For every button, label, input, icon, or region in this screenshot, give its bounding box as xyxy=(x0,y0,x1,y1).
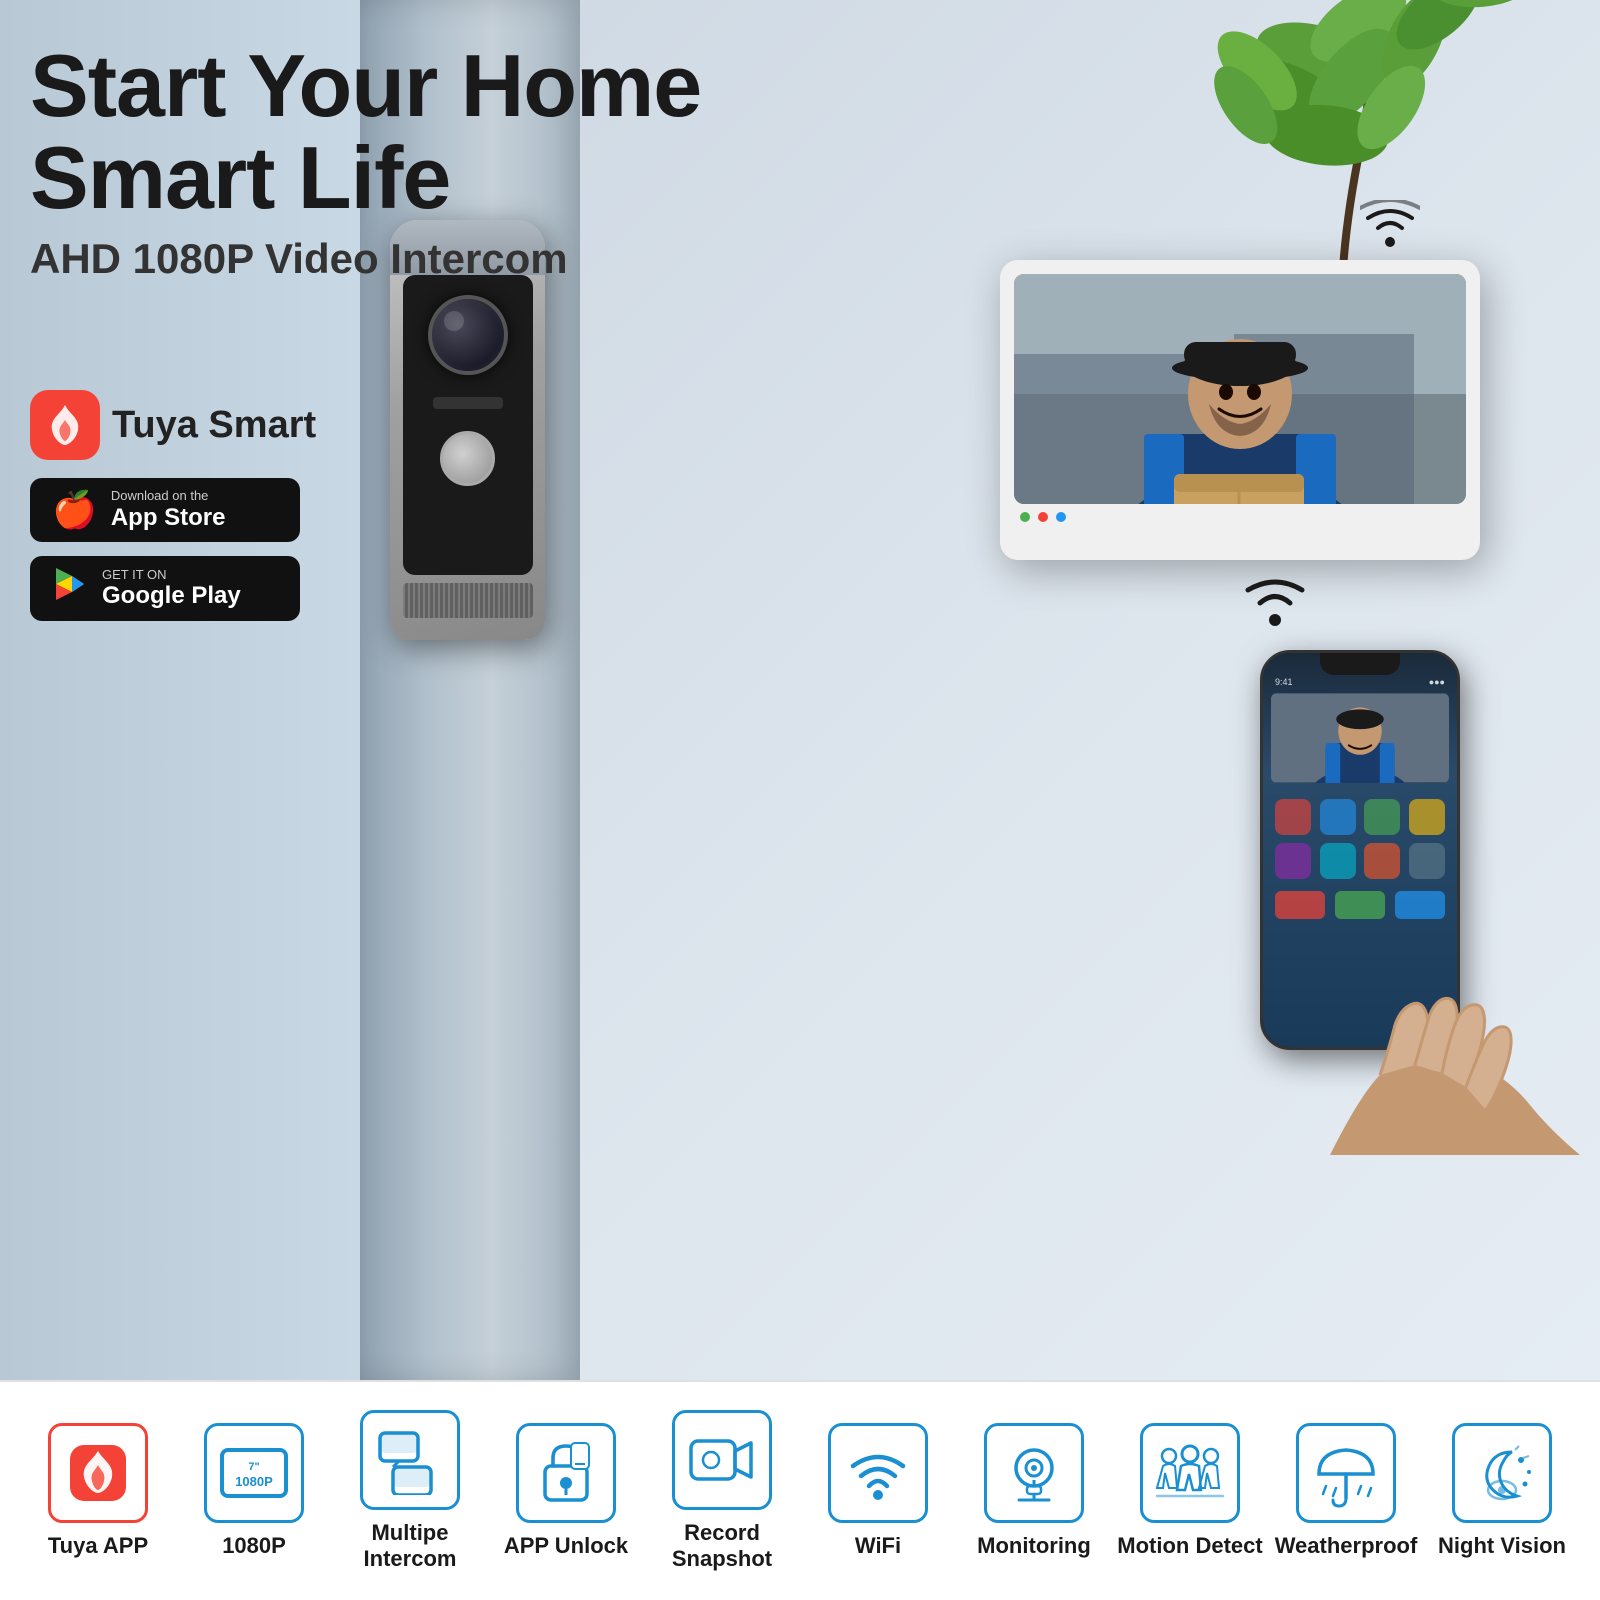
feature-monitoring: Monitoring xyxy=(956,1423,1112,1559)
night-vision-icon-box xyxy=(1452,1423,1552,1523)
phone-app-grid xyxy=(1263,791,1457,887)
wifi-icon-monitor xyxy=(1360,200,1420,262)
phone-unlock-btn xyxy=(1335,891,1385,919)
feature-intercom: MultipeIntercom xyxy=(332,1410,488,1573)
tuya-app-icon-box xyxy=(48,1423,148,1523)
camera-lens xyxy=(428,295,508,375)
google-play-text: GET IT ON Google Play xyxy=(102,567,241,611)
night-vision-label: Night Vision xyxy=(1438,1533,1566,1559)
feature-record-snapshot: RecordSnapshot xyxy=(644,1410,800,1573)
resolution-label: 1080P xyxy=(222,1533,286,1559)
doorbell-device xyxy=(390,220,560,660)
smartphone: 9:41●●● xyxy=(1240,630,1520,1130)
record-snapshot-label: RecordSnapshot xyxy=(672,1520,772,1573)
intercom-icon-box xyxy=(360,1410,460,1510)
phone-cam-btn xyxy=(1395,891,1445,919)
app-store-text: Download on the App Store xyxy=(111,488,226,532)
doorbell-ring-button[interactable] xyxy=(440,431,495,486)
apple-icon: 🍎 xyxy=(52,489,97,531)
tuya-icon xyxy=(30,390,100,460)
phone-app-2 xyxy=(1320,799,1356,835)
hero-subtitle: AHD 1080P Video Intercom xyxy=(30,235,701,283)
phone-app-6 xyxy=(1320,843,1356,879)
google-play-badge[interactable]: GET IT ON Google Play xyxy=(30,556,300,621)
monitor-body xyxy=(1000,260,1480,560)
resolution-icon-box: 7" 1080P xyxy=(204,1423,304,1523)
phone-app-4 xyxy=(1409,799,1445,835)
tuya-app-label: Tuya APP xyxy=(48,1533,148,1559)
tuya-name: Tuya Smart xyxy=(112,404,316,447)
indicator-blue xyxy=(1056,512,1066,522)
phone-app-1 xyxy=(1275,799,1311,835)
feature-night-vision: Night Vision xyxy=(1424,1423,1580,1559)
monitor-screen xyxy=(1014,274,1466,504)
doorbell-speaker xyxy=(403,583,533,618)
phone-call-btn xyxy=(1275,891,1325,919)
features-bar: Tuya APP 7" 1080P 1080P MultipeIntercom xyxy=(0,1380,1600,1600)
wifi-signal-icon xyxy=(1240,570,1310,633)
main-background: Start Your Home Smart Life AHD 1080P Vid… xyxy=(0,0,1600,1380)
wifi-icon-box xyxy=(828,1423,928,1523)
phone-notch xyxy=(1320,653,1400,675)
motion-detect-icon-box xyxy=(1140,1423,1240,1523)
doorbell-buttons xyxy=(433,397,503,409)
monitoring-icon-box xyxy=(984,1423,1084,1523)
indicator-red xyxy=(1038,512,1048,522)
app-unlock-label: APP Unlock xyxy=(504,1533,628,1559)
tuya-section: Tuya Smart 🍎 Download on the App Store xyxy=(30,390,316,635)
doorbell-body xyxy=(390,220,545,640)
record-snapshot-icon-box xyxy=(672,1410,772,1510)
hand-holding-phone xyxy=(1280,955,1580,1160)
svg-text:1080P: 1080P xyxy=(235,1474,273,1489)
tuya-logo: Tuya Smart xyxy=(30,390,316,460)
wifi-label: WiFi xyxy=(855,1533,901,1559)
app-unlock-icon-box xyxy=(516,1423,616,1523)
phone-app-8 xyxy=(1409,843,1445,879)
feature-resolution: 7" 1080P 1080P xyxy=(176,1423,332,1559)
feature-app-unlock: APP Unlock xyxy=(488,1423,644,1559)
phone-app-7 xyxy=(1364,843,1400,879)
weatherproof-label: Weatherproof xyxy=(1275,1533,1418,1559)
intercom-label: MultipeIntercom xyxy=(364,1520,457,1573)
weatherproof-icon-box xyxy=(1296,1423,1396,1523)
feature-motion-detect: Motion Detect xyxy=(1112,1423,1268,1559)
phone-app-5 xyxy=(1275,843,1311,879)
svg-text:7": 7" xyxy=(248,1461,259,1473)
indicator-green xyxy=(1020,512,1030,522)
feature-tuya-app: Tuya APP xyxy=(20,1423,176,1559)
motion-detect-label: Motion Detect xyxy=(1117,1533,1262,1559)
feature-weatherproof: Weatherproof xyxy=(1268,1423,1424,1559)
feature-wifi: WiFi xyxy=(800,1423,956,1559)
monitoring-label: Monitoring xyxy=(977,1533,1091,1559)
doorbell-panel xyxy=(403,275,533,575)
google-icon xyxy=(52,566,88,611)
monitor-indicators xyxy=(1014,512,1466,522)
hero-title: Start Your Home Smart Life xyxy=(30,40,701,225)
hero-text-block: Start Your Home Smart Life AHD 1080P Vid… xyxy=(30,40,701,283)
app-store-badge[interactable]: 🍎 Download on the App Store xyxy=(30,478,300,542)
indoor-monitor xyxy=(1000,260,1480,580)
phone-app-3 xyxy=(1364,799,1400,835)
